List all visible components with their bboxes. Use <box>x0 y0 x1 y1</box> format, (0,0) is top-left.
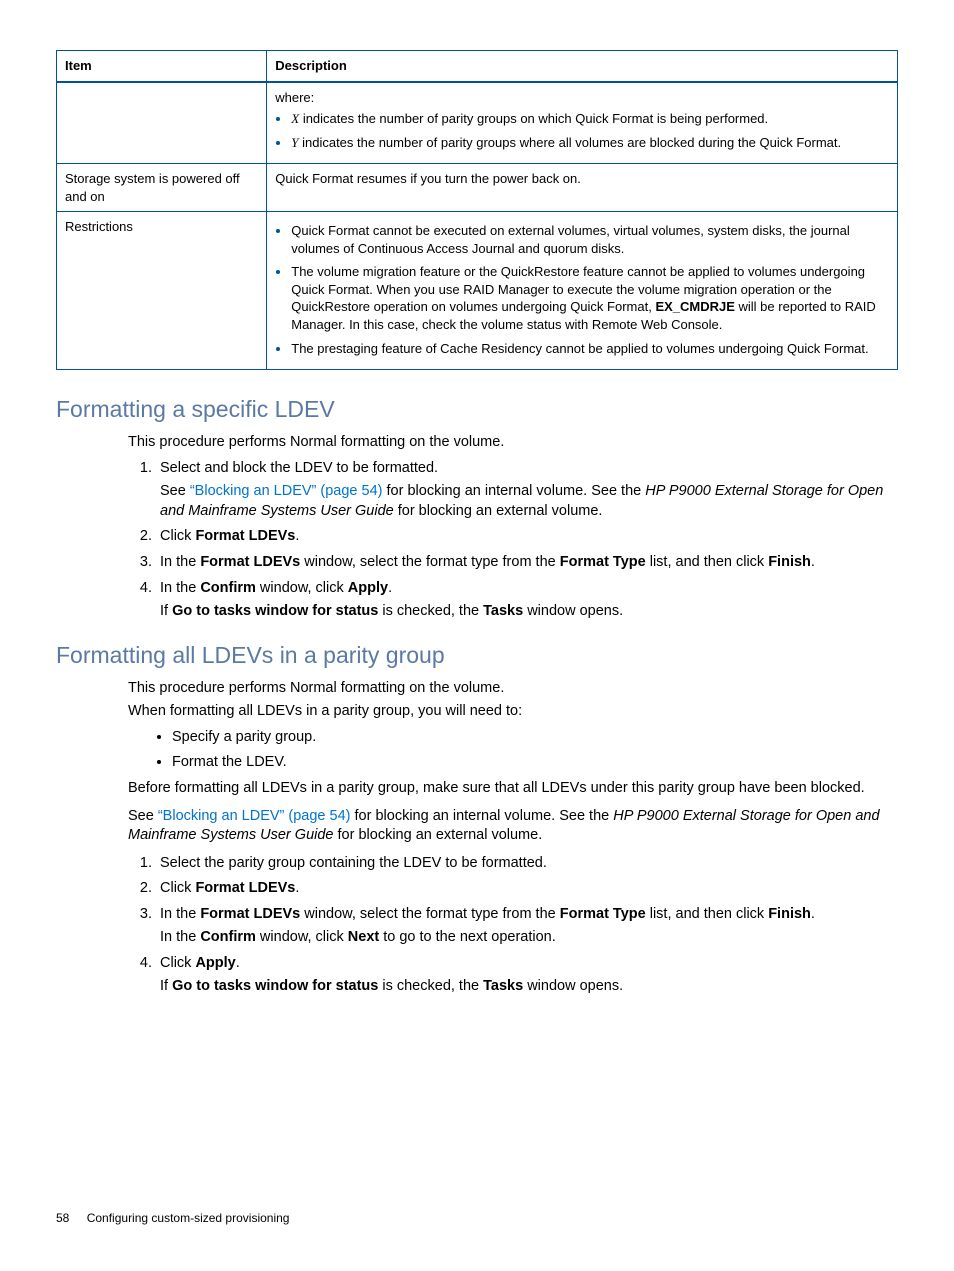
list-item: Quick Format cannot be executed on exter… <box>291 222 889 257</box>
step: Click Apply. If Go to tasks window for s… <box>156 954 898 997</box>
page-footer: 58 Configuring custom-sized provisioning <box>56 1210 289 1226</box>
procedure-list: Select the parity group containing the L… <box>128 854 898 997</box>
table-row: where: X indicates the number of parity … <box>57 82 898 164</box>
footer-title: Configuring custom-sized provisioning <box>87 1211 290 1225</box>
where-label: where: <box>275 90 314 105</box>
bullet-list: Specify a parity group. Format the LDEV. <box>128 728 898 773</box>
body-text: When formatting all LDEVs in a parity gr… <box>128 702 898 722</box>
xref-link[interactable]: “Blocking an LDEV” (page 54) <box>190 483 383 499</box>
intro-text: This procedure performs Normal formattin… <box>128 679 898 699</box>
step: In the Format LDEVs window, select the f… <box>156 905 898 948</box>
reference-table: Item Description where: X indicates the … <box>56 50 898 370</box>
list-item: Format the LDEV. <box>172 753 898 773</box>
table-row: Storage system is powered off and on Qui… <box>57 164 898 212</box>
procedure-list: Select and block the LDEV to be formatte… <box>128 459 898 622</box>
list-item: The prestaging feature of Cache Residenc… <box>291 340 889 358</box>
step: In the Confirm window, click Apply. If G… <box>156 579 898 622</box>
th-item: Item <box>57 51 267 82</box>
th-desc: Description <box>267 51 898 82</box>
list-item: Y indicates the number of parity groups … <box>291 134 889 152</box>
section-heading: Formatting a specific LDEV <box>56 394 898 425</box>
step: In the Format LDEVs window, select the f… <box>156 553 898 573</box>
step: Click Format LDEVs. <box>156 879 898 899</box>
section-heading: Formatting all LDEVs in a parity group <box>56 640 898 671</box>
list-item: The volume migration feature or the Quic… <box>291 263 889 333</box>
xref-link[interactable]: “Blocking an LDEV” (page 54) <box>158 808 351 824</box>
step: Click Format LDEVs. <box>156 527 898 547</box>
step: Select the parity group containing the L… <box>156 854 898 874</box>
body-text: See “Blocking an LDEV” (page 54) for blo… <box>128 807 898 846</box>
list-item: X indicates the number of parity groups … <box>291 110 889 128</box>
table-row: Restrictions Quick Format cannot be exec… <box>57 212 898 370</box>
list-item: Specify a parity group. <box>172 728 898 748</box>
page-number: 58 <box>56 1211 69 1225</box>
intro-text: This procedure performs Normal formattin… <box>128 433 898 453</box>
step: Select and block the LDEV to be formatte… <box>156 459 898 522</box>
body-text: Before formatting all LDEVs in a parity … <box>128 779 898 799</box>
